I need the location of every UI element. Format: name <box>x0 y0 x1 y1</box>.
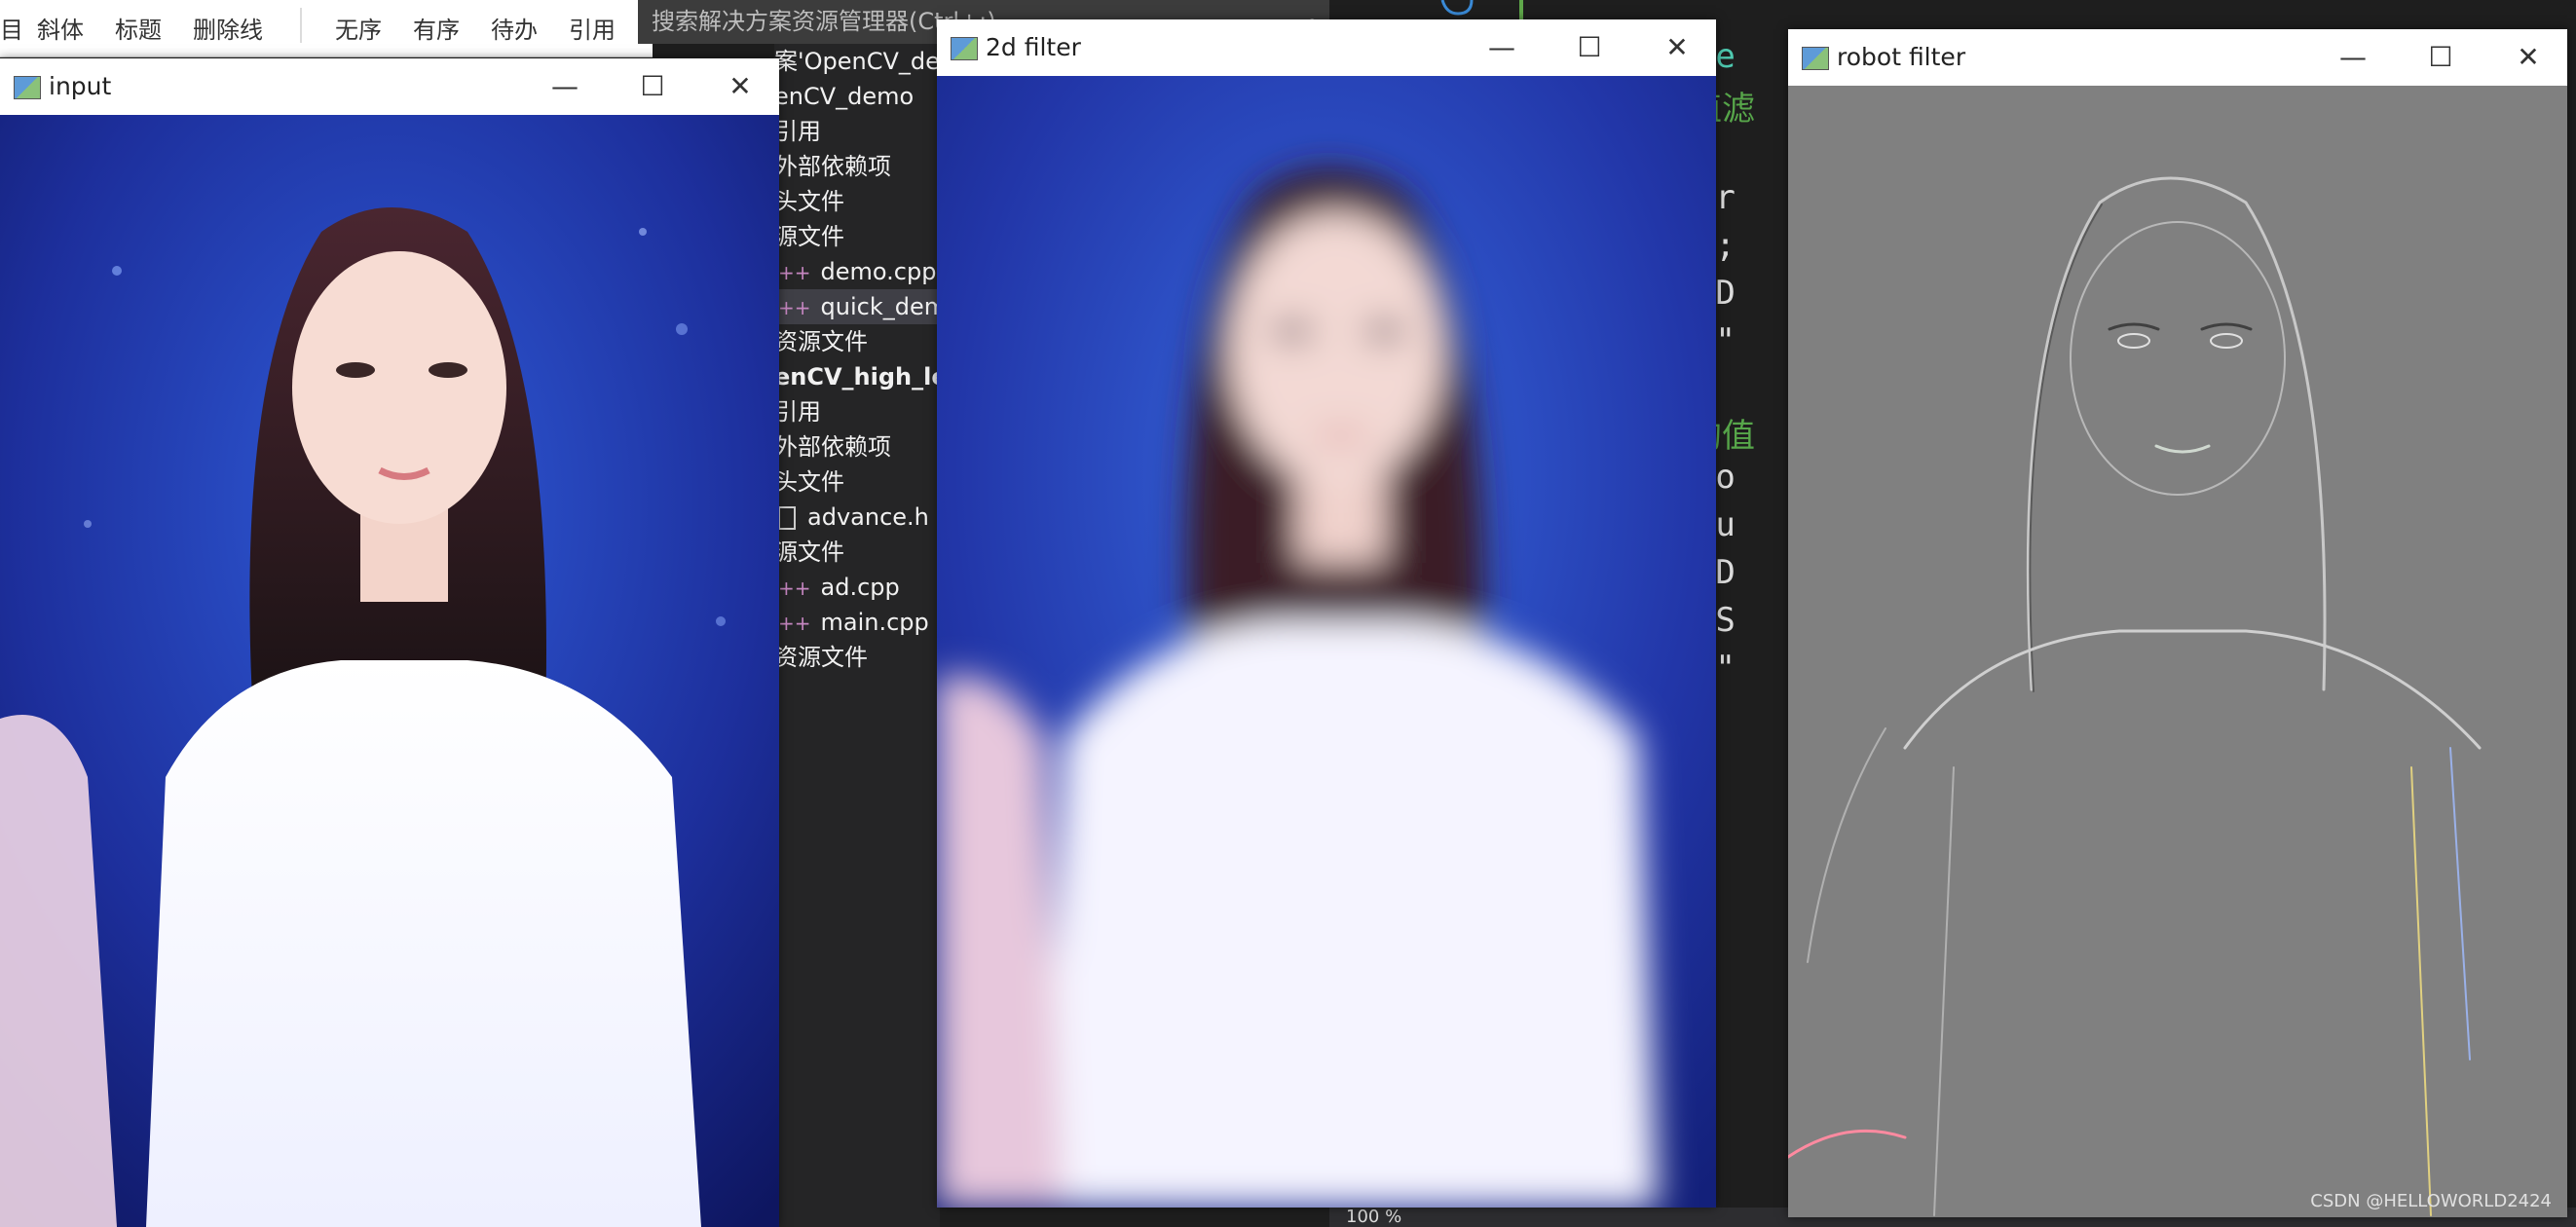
cpp-file-icon: ++ <box>778 261 811 284</box>
toolbar-strikethrough-button[interactable]: 删除线 <box>193 0 263 56</box>
solution-tree-item[interactable]: enCV_high_le <box>774 359 940 394</box>
close-button[interactable]: ✕ <box>2489 29 2567 86</box>
solution-tree-item-label: enCV_high_le <box>774 363 940 390</box>
solution-tree-item-label: 引用 <box>774 118 821 145</box>
solution-tree-item[interactable]: ++ main.cpp <box>774 605 940 640</box>
image-blurred <box>937 76 1716 1208</box>
minimize-button[interactable]: — <box>1463 19 1541 76</box>
zoom-level[interactable]: 100 % <box>1346 1208 1401 1227</box>
toolbar-heading-button[interactable]: 标题 <box>115 0 162 56</box>
solution-tree-item[interactable]: 外部依赖项 <box>774 429 940 465</box>
solution-tree-item[interactable]: 源文件 <box>774 219 940 254</box>
close-button[interactable]: ✕ <box>701 58 779 115</box>
solution-tree-item-label: 资源文件 <box>774 328 868 355</box>
app-icon <box>14 76 41 99</box>
titlebar[interactable]: robot filter — ☐ ✕ <box>1788 29 2567 86</box>
solution-tree-item-label: demo.cpp <box>820 258 937 285</box>
solution-tree-item[interactable]: 资源文件 <box>774 324 940 359</box>
solution-tree-item[interactable]: 案'OpenCV_de <box>774 44 940 79</box>
solution-tree-item[interactable]: 源文件 <box>774 535 940 570</box>
solution-tree-item-label: 外部依赖项 <box>774 153 891 180</box>
toolbar-quote-button[interactable]: 引用 <box>569 0 616 56</box>
app-icon <box>951 37 978 60</box>
solution-tree-item[interactable]: 引用 <box>774 394 940 429</box>
window-title: robot filter <box>1837 43 1966 71</box>
solution-tree-item-label: ad.cpp <box>820 574 900 601</box>
header-file-icon <box>778 506 796 530</box>
solution-tree-item-label: 外部依赖项 <box>774 433 891 461</box>
maximize-button[interactable]: ☐ <box>1550 19 1628 76</box>
window-2d-filter[interactable]: 2d filter — ☐ ✕ <box>937 19 1716 1208</box>
solution-tree-item[interactable]: enCV_demo <box>774 79 940 114</box>
solution-tree-item[interactable]: ++ quick_demo <box>774 289 940 324</box>
image-original <box>0 115 779 1227</box>
titlebar[interactable]: input — ☐ ✕ <box>0 58 779 115</box>
app-icon <box>1802 47 1829 70</box>
watermark: CSDN @HELLOWORLD2424 <box>2310 1191 2552 1211</box>
breakpoint-glyph-icon <box>1440 0 1474 16</box>
solution-tree-item[interactable]: ++ ad.cpp <box>774 570 940 605</box>
cpp-file-icon: ++ <box>778 576 811 600</box>
solution-tree-item[interactable]: 头文件 <box>774 465 940 500</box>
solution-tree-item-label: main.cpp <box>820 609 929 636</box>
cpp-file-icon: ++ <box>778 612 811 635</box>
toolbar-item-0[interactable]: 目 <box>0 0 23 56</box>
titlebar[interactable]: 2d filter — ☐ ✕ <box>937 19 1716 76</box>
solution-tree-item[interactable]: advance.h <box>774 500 940 535</box>
solution-tree-item-label: 头文件 <box>774 468 844 496</box>
note-toolbar: 目 斜体 标题 删除线 无序 有序 待办 引用 <box>0 0 653 57</box>
cpp-file-icon: ++ <box>778 296 811 319</box>
solution-tree-item-label: advance.h <box>807 503 929 531</box>
solution-tree-item[interactable]: ++ demo.cpp <box>774 254 940 289</box>
image-edge-filtered: CSDN @HELLOWORLD2424 <box>1788 86 2567 1217</box>
window-title: 2d filter <box>986 33 1081 61</box>
solution-tree-item-label: 案'OpenCV_de <box>774 48 940 75</box>
solution-tree-item[interactable]: 头文件 <box>774 184 940 219</box>
solution-tree-item-label: 头文件 <box>774 188 844 215</box>
maximize-button[interactable]: ☐ <box>614 58 691 115</box>
solution-tree-item-label: 资源文件 <box>774 644 868 671</box>
window-robot-filter[interactable]: robot filter — ☐ ✕ CSDN @HELLOWORLD2424 <box>1788 29 2567 1217</box>
solution-tree-item-label: 源文件 <box>774 223 844 250</box>
minimize-button[interactable]: — <box>2314 29 2392 86</box>
toolbar-unordered-button[interactable]: 无序 <box>335 0 382 56</box>
maximize-button[interactable]: ☐ <box>2402 29 2480 86</box>
solution-tree-item-label: 源文件 <box>774 539 844 566</box>
solution-tree-item-label: 引用 <box>774 398 821 426</box>
toolbar-italic-button[interactable]: 斜体 <box>37 0 84 56</box>
window-title: input <box>49 72 112 100</box>
solution-explorer: 案'OpenCV_de enCV_demo 引用 外部依赖项 头文件 源文件 ++ demo.… <box>774 44 940 1227</box>
solution-tree-item[interactable]: 外部依赖项 <box>774 149 940 184</box>
solution-tree-item[interactable]: 引用 <box>774 114 940 149</box>
window-input[interactable]: input — ☐ ✕ <box>0 58 779 1227</box>
solution-tree-item[interactable]: 资源文件 <box>774 640 940 675</box>
close-button[interactable]: ✕ <box>1638 19 1716 76</box>
toolbar-divider <box>300 8 302 43</box>
toolbar-todo-button[interactable]: 待办 <box>491 0 538 56</box>
solution-tree-item-label: quick_demo <box>820 293 940 320</box>
toolbar-ordered-button[interactable]: 有序 <box>413 0 460 56</box>
minimize-button[interactable]: — <box>526 58 604 115</box>
solution-tree-item-label: enCV_demo <box>774 83 915 110</box>
